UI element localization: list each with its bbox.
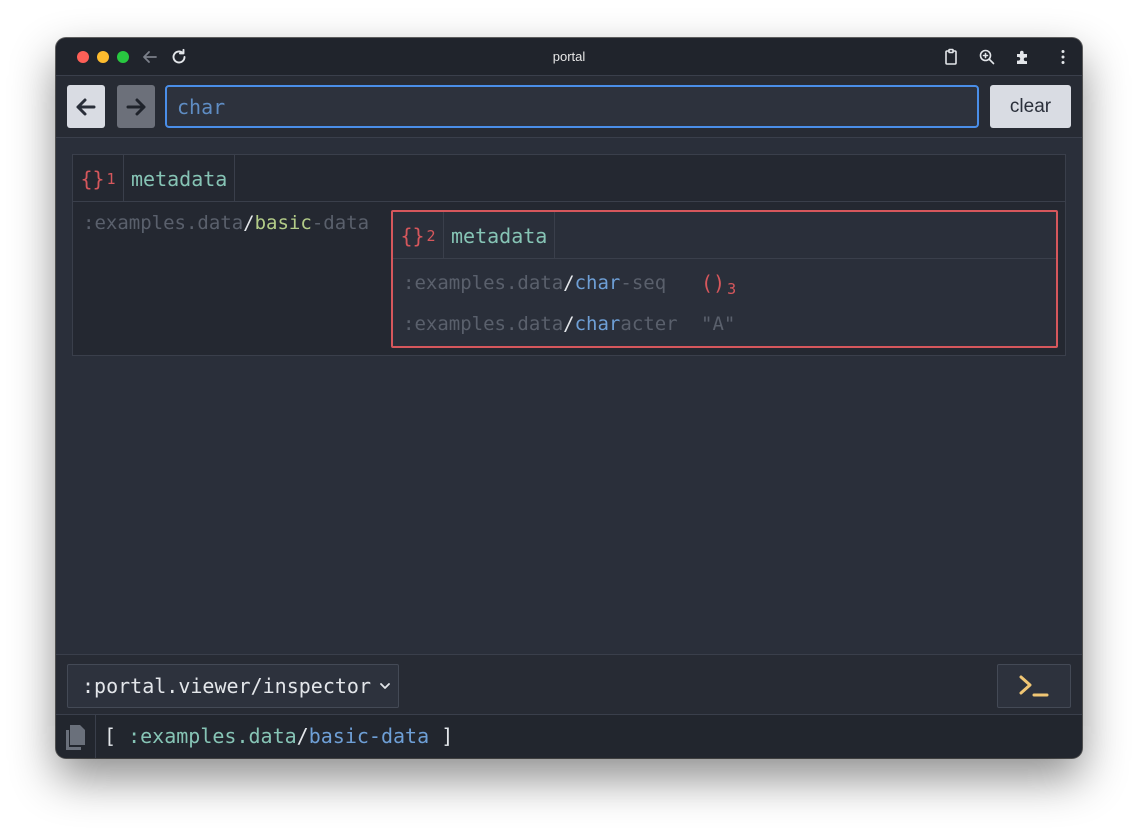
outer-map[interactable]: {} 1 metadata :examples.data/basic-data {… — [72, 154, 1066, 356]
metadata-tab[interactable]: metadata — [444, 212, 556, 259]
terminal-icon — [1019, 675, 1049, 697]
back-button[interactable] — [67, 85, 105, 128]
copy-icon — [65, 724, 85, 750]
arrow-left-icon — [76, 98, 96, 115]
more-menu-icon[interactable] — [1053, 47, 1073, 67]
map-key[interactable]: :examples.data/basic-data — [83, 212, 369, 234]
status-bar: [ :examples.data/basic-data ] — [56, 715, 1082, 758]
clipboard-icon[interactable] — [941, 47, 961, 67]
map-type-badge[interactable]: {} 2 — [393, 212, 444, 259]
bottom-bar: :portal.viewer/inspector — [56, 654, 1082, 715]
outer-map-header: {} 1 metadata — [73, 155, 1065, 202]
window-title: portal — [552, 49, 586, 64]
search-input[interactable] — [165, 85, 979, 128]
title-bar: portal — [56, 38, 1082, 76]
viewer-select-value: :portal.viewer/inspector — [82, 674, 371, 698]
map-type-badge[interactable]: {} 1 — [73, 155, 124, 202]
map-key[interactable]: :examples.data/char-seq — [403, 272, 666, 294]
arrow-right-icon — [126, 98, 146, 115]
inner-map[interactable]: {} 2 metadata :examples.data/char-seq () 3… — [391, 210, 1058, 348]
inner-map-header: {} 2 metadata — [393, 212, 1056, 259]
clear-button[interactable]: clear — [990, 85, 1071, 128]
toolbar: clear — [56, 76, 1082, 138]
command-palette-button[interactable] — [997, 664, 1071, 708]
chevron-down-icon — [378, 679, 392, 693]
map-key[interactable]: :examples.data/character — [403, 313, 678, 335]
metadata-tab[interactable]: metadata — [124, 155, 236, 202]
selection-path: [ :examples.data/basic-data ] — [104, 724, 454, 748]
copy-button[interactable] — [56, 715, 96, 758]
extensions-puzzle-icon[interactable] — [1013, 47, 1033, 67]
string-value[interactable]: "A" — [701, 313, 735, 335]
inspector-pane: {} 1 metadata :examples.data/basic-data {… — [56, 138, 1082, 654]
forward-button[interactable] — [117, 85, 155, 128]
zoom-icon[interactable] — [977, 47, 997, 67]
viewer-select[interactable]: :portal.viewer/inspector — [67, 664, 399, 708]
list-value[interactable]: () 3 — [701, 271, 736, 298]
browser-window: portal clear {}1 metadata :e — [56, 38, 1082, 758]
